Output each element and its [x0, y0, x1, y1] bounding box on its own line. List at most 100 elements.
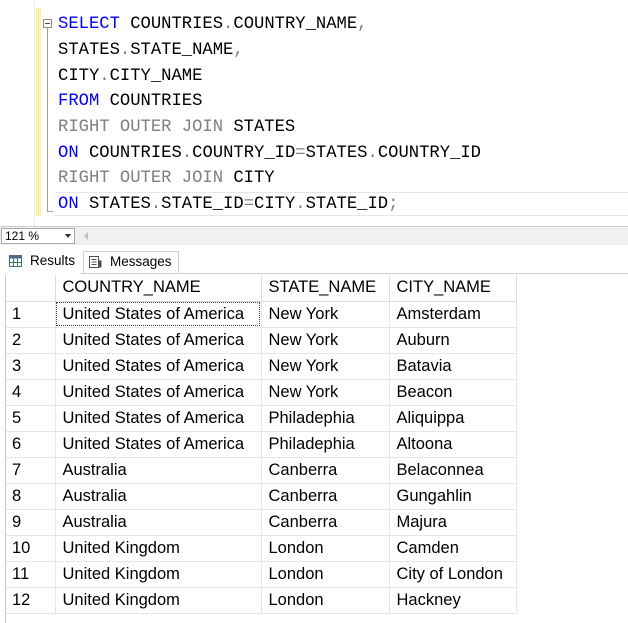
row-number[interactable]: 10 [6, 535, 56, 562]
cell-country-name[interactable]: United States of America [55, 431, 262, 458]
code-token: STATES [305, 144, 368, 163]
cell-city-name[interactable]: Beacon [389, 379, 517, 406]
code-token: RIGHT OUTER JOIN [58, 169, 224, 188]
cell-country-name[interactable]: United Kingdom [55, 587, 262, 614]
cell-country-name[interactable]: Australia [55, 483, 262, 510]
cell-country-name[interactable]: United States of America [55, 327, 262, 354]
code-line[interactable]: FROM COUNTRIES [58, 89, 202, 115]
cell-country-name[interactable]: United States of America [55, 353, 262, 380]
cell-state-name[interactable]: London [261, 535, 390, 562]
table-row[interactable]: 4 United States of America New York Beacon [6, 379, 517, 406]
code-line[interactable]: RIGHT OUTER JOIN STATES [58, 115, 295, 141]
code-token: CITY [254, 195, 296, 214]
code-token: STATES [58, 41, 120, 60]
results-grid[interactable]: COUNTRY_NAME STATE_NAME CITY_NAME 1 Unite… [5, 275, 628, 623]
code-token: . [181, 144, 193, 163]
code-token: COUNTRY_ID [377, 144, 481, 163]
cell-state-name[interactable]: New York [261, 379, 390, 406]
column-header-country-name[interactable]: COUNTRY_NAME [55, 275, 262, 302]
code-token: COUNTRY_NAME [233, 15, 358, 34]
header-row: COUNTRY_NAME STATE_NAME CITY_NAME [6, 275, 517, 302]
outline-line [47, 28, 48, 212]
table-row[interactable]: 6 United States of America Philadephia Alto… [6, 431, 517, 458]
row-number[interactable]: 1 [6, 301, 56, 328]
code-line[interactable]: ON COUNTRIES.COUNTRY_ID=STATES.COUNTRY_I… [58, 141, 481, 167]
code-token: FROM [58, 92, 100, 111]
code-token: COUNTRIES [78, 144, 182, 163]
table-row[interactable]: 7 Australia Canberra Belaconnea [6, 457, 517, 484]
table-row[interactable]: 11 United Kingdom London City of London [6, 561, 517, 588]
cell-city-name[interactable]: City of London [389, 561, 517, 588]
code-token: COUNTRIES [119, 15, 224, 34]
cell-state-name[interactable]: Canberra [261, 483, 390, 510]
cell-state-name[interactable]: London [261, 561, 390, 588]
column-header-city-name[interactable]: CITY_NAME [389, 275, 517, 302]
table-row[interactable]: 8 Australia Canberra Gungahlin [6, 483, 517, 510]
cell-country-name[interactable]: United Kingdom [55, 561, 262, 588]
code-token: . [367, 144, 378, 163]
cell-country-name[interactable]: Australia [55, 457, 262, 484]
cell-state-name[interactable]: New York [261, 301, 390, 328]
cell-state-name[interactable]: London [261, 587, 390, 614]
tab-results[interactable]: Results [4, 251, 82, 273]
outline-line-end [47, 211, 53, 212]
collapse-icon[interactable] [43, 19, 52, 28]
cell-city-name[interactable]: Auburn [389, 327, 517, 354]
cell-city-name[interactable]: Majura [389, 509, 517, 536]
code-line[interactable]: ON STATES.STATE_ID=CITY.STATE_ID; [58, 192, 398, 218]
cell-country-name[interactable]: United States of America [55, 301, 262, 328]
row-number[interactable]: 4 [6, 379, 56, 406]
table-row[interactable]: 10 United Kingdom London Camden [6, 535, 517, 562]
row-number[interactable]: 9 [6, 509, 56, 536]
column-header-state-name[interactable]: STATE_NAME [261, 275, 390, 302]
cell-state-name[interactable]: Philadephia [261, 431, 390, 458]
table-row[interactable]: 1 United States of America New York Amsterd… [6, 301, 517, 328]
cell-country-name[interactable]: United States of America [55, 405, 262, 432]
code-token: = [295, 144, 306, 163]
table-row[interactable]: 9 Australia Canberra Majura [6, 509, 517, 536]
row-number[interactable]: 8 [6, 483, 56, 510]
row-number[interactable]: 6 [6, 431, 56, 458]
table-row[interactable]: 12 United Kingdom London Hackney [6, 587, 517, 614]
cell-state-name[interactable]: New York [261, 327, 390, 354]
cell-country-name[interactable]: Australia [55, 509, 262, 536]
cell-country-name[interactable]: United States of America [55, 379, 262, 406]
cell-city-name[interactable]: Amsterdam [389, 301, 517, 328]
cell-state-name[interactable]: Canberra [261, 509, 390, 536]
row-number[interactable]: 12 [6, 587, 56, 614]
code-token: . [295, 195, 306, 214]
code-line[interactable]: SELECT COUNTRIES.COUNTRY_NAME, [58, 12, 367, 38]
cell-state-name[interactable]: Canberra [261, 457, 390, 484]
zoom-dropdown[interactable]: 121 % [1, 228, 75, 244]
cell-country-name[interactable]: United Kingdom [55, 535, 262, 562]
cell-state-name[interactable]: New York [261, 353, 390, 380]
corner-cell[interactable] [6, 275, 56, 302]
row-number[interactable]: 2 [6, 327, 56, 354]
code-line[interactable]: RIGHT OUTER JOIN CITY [58, 166, 275, 192]
cell-city-name[interactable]: Hackney [389, 587, 517, 614]
cell-city-name[interactable]: Camden [389, 535, 517, 562]
row-number[interactable]: 3 [6, 353, 56, 380]
cell-city-name[interactable]: Belaconnea [389, 457, 517, 484]
scroll-left-arrow-icon[interactable] [84, 232, 88, 240]
code-line[interactable]: STATES.STATE_NAME, [58, 38, 244, 64]
editor-gutter [34, 0, 35, 226]
sql-editor[interactable]: SELECT COUNTRIES.COUNTRY_NAME, STATES.STA… [0, 0, 628, 226]
table-row[interactable]: 2 United States of America New York Auburn [6, 327, 517, 354]
table-row[interactable]: 5 United States of America Philadephia Aliq… [6, 405, 517, 432]
cell-city-name[interactable]: Aliquippa [389, 405, 517, 432]
code-token: COUNTRY_ID [192, 144, 296, 163]
cell-city-name[interactable]: Batavia [389, 353, 517, 380]
cell-state-name[interactable]: Philadephia [261, 405, 390, 432]
code-token: ON [58, 195, 79, 214]
code-token: COUNTRIES [99, 92, 203, 111]
row-number[interactable]: 11 [6, 561, 56, 588]
row-number[interactable]: 5 [6, 405, 56, 432]
row-number[interactable]: 7 [6, 457, 56, 484]
cell-city-name[interactable]: Altoona [389, 431, 517, 458]
code-line[interactable]: CITY.CITY_NAME [58, 64, 202, 90]
table-row[interactable]: 3 United States of America New York Batavia [6, 353, 517, 380]
tab-messages[interactable]: Messages [83, 251, 179, 273]
cell-city-name[interactable]: Gungahlin [389, 483, 517, 510]
chevron-down-icon[interactable] [65, 234, 71, 238]
